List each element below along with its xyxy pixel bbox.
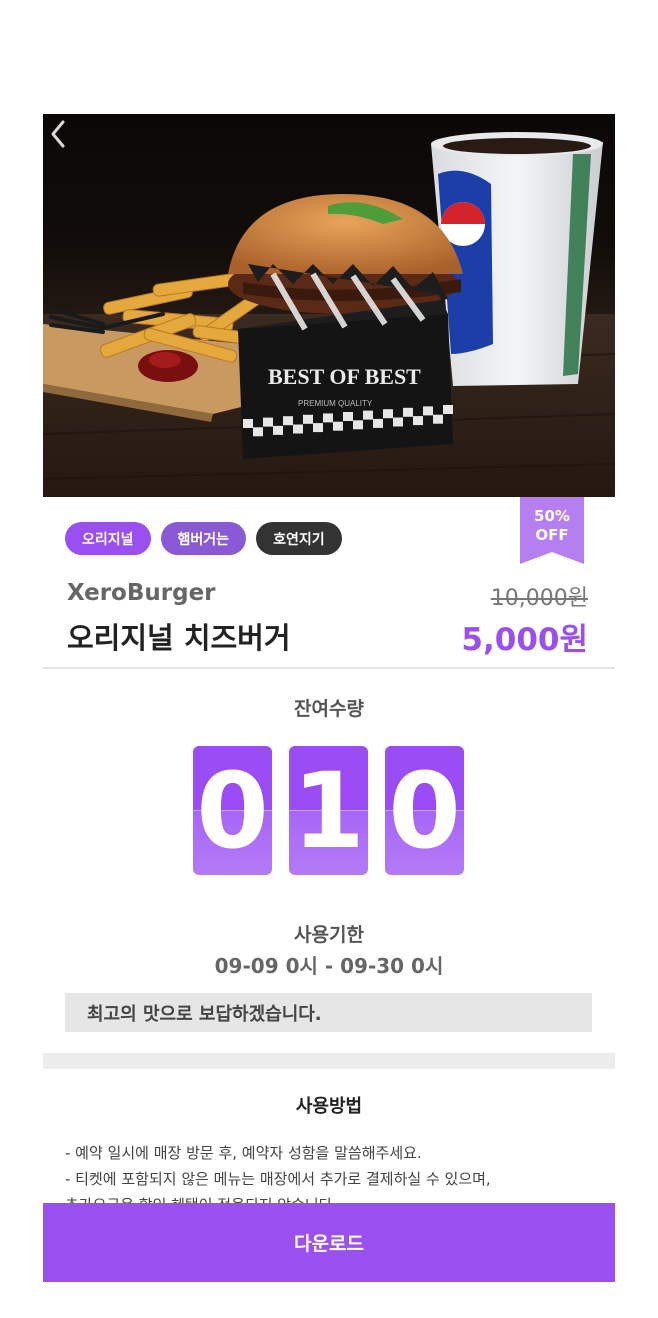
store-message-text: 최고의 맛으로 보답하겠습니다. (87, 1003, 322, 1025)
discount-percent: 50% (534, 507, 570, 525)
product-title: 오리지널 치즈버거 (67, 621, 291, 655)
box-print-subtext: PREMIUM QUALITY (298, 399, 373, 408)
checker-square (323, 413, 333, 423)
checker-square (363, 410, 373, 420)
counter-digit: 0 (385, 746, 464, 875)
tag-original[interactable]: 오리지널 (65, 522, 151, 555)
checker-square (403, 407, 413, 417)
howto-line: - 예약 일시에 매장 방문 후, 예약자 성함을 말씀해주세요. (65, 1144, 422, 1162)
tag-hoyeonjigi[interactable]: 호연지기 (256, 522, 342, 555)
howto-title: 사용방법 (295, 1096, 363, 1117)
checker-square (333, 421, 343, 431)
expiry-period: 09-09 0시 - 09-30 0시 (214, 954, 444, 978)
checker-square (393, 417, 403, 427)
checker-square (433, 414, 443, 424)
tag-list: 오리지널 햄버거는 호연지기 (65, 522, 342, 555)
checker-square (313, 423, 323, 433)
divider (43, 667, 615, 669)
checker-square (423, 406, 433, 416)
download-button[interactable]: 다운로드 (43, 1203, 615, 1282)
checker-square (303, 414, 313, 424)
checker-square (353, 420, 363, 430)
brand-name: XeroBurger (67, 580, 216, 606)
coupon-detail-screen: BEST OF BEST PREMIUM QUALITY 오리지널 햄버거는 호… (43, 114, 615, 1282)
discount-off: OFF (535, 526, 569, 544)
burger-photo: BEST OF BEST PREMIUM QUALITY (43, 132, 615, 497)
box-print-text: BEST OF BEST (268, 364, 421, 389)
checker-square (383, 409, 393, 419)
checker-square (443, 405, 453, 414)
chevron-left-icon[interactable] (43, 114, 73, 154)
section-separator (43, 1053, 615, 1069)
checker-square (243, 419, 253, 428)
sale-price: 5,000원 (461, 622, 588, 658)
store-message: 최고의 맛으로 보답하겠습니다. (65, 993, 592, 1032)
checker-square (293, 424, 303, 434)
hero-image: BEST OF BEST PREMIUM QUALITY (43, 114, 615, 497)
howto-line: - 티켓에 포함되지 않은 메뉴는 매장에서 추가로 결제하실 수 있으며, (65, 1170, 491, 1188)
checker-square (283, 416, 293, 426)
counter-digit: 1 (289, 746, 368, 875)
checker-square (263, 417, 273, 427)
remaining-label: 잔여수량 (294, 698, 364, 720)
checker-square (373, 418, 383, 428)
discount-ribbon: 50% OFF (520, 497, 584, 564)
expiry-label: 사용기한 (294, 924, 364, 946)
checker-square (253, 427, 263, 437)
original-price: 10,000원 (490, 586, 588, 611)
counter-digit-value: 0 (196, 750, 269, 872)
checker-square (273, 425, 283, 435)
counter-digit-value: 1 (292, 750, 365, 872)
remaining-counter: 0 1 0 (193, 746, 464, 875)
checker-square (343, 412, 353, 421)
tag-burger[interactable]: 햄버거는 (160, 522, 247, 555)
checker-square (413, 416, 423, 426)
counter-digit-value: 0 (388, 750, 461, 872)
counter-digit: 0 (193, 746, 272, 875)
